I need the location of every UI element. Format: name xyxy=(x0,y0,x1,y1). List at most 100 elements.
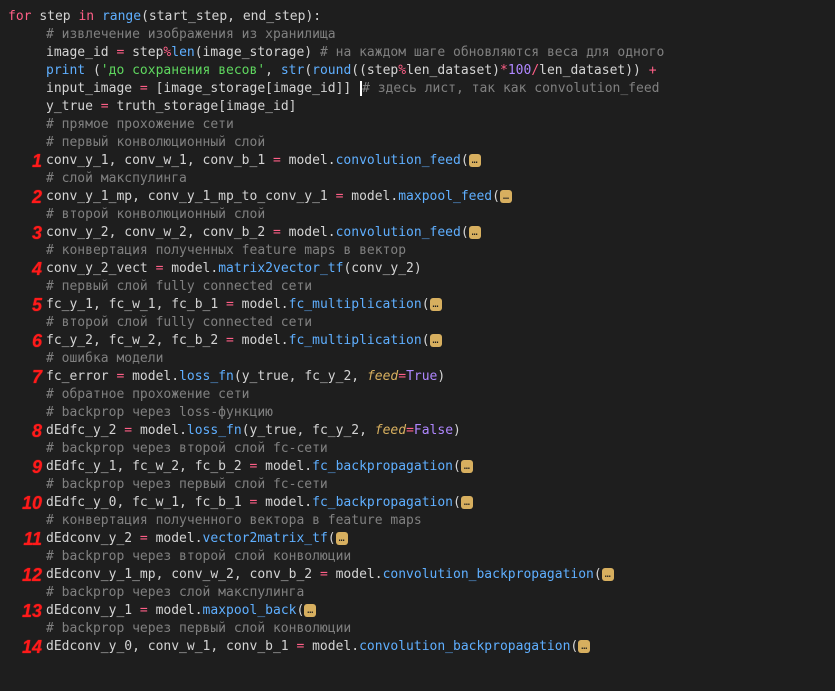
code-line: # backprop через второй слой fc-сети xyxy=(8,440,835,458)
annotation-10: 10 xyxy=(8,494,42,512)
args: (y_true, fc_y_2, xyxy=(242,423,375,438)
comment: # backprop через первый слой fc-сети xyxy=(46,477,328,492)
fold-icon[interactable]: … xyxy=(430,298,442,311)
code-line: 4conv_y_2_vect = model.matrix2vector_tf(… xyxy=(8,260,835,278)
comment: # конвертация полученных feature maps в … xyxy=(46,243,406,258)
annotation-4: 4 xyxy=(8,260,42,278)
paren: ( xyxy=(594,567,602,582)
identifier: dEdfc_y_0, fc_w_1, fc_b_1 xyxy=(46,495,250,510)
code-line: 10dEdfc_y_0, fc_w_1, fc_b_1 = model.fc_b… xyxy=(8,494,835,512)
operator: = xyxy=(156,261,172,276)
object: model. xyxy=(265,459,312,474)
builtin-round: round xyxy=(312,63,351,78)
identifier: input_image xyxy=(46,81,140,96)
method: maxpool_feed xyxy=(398,189,492,204)
code-line: y_true = truth_storage[image_id] xyxy=(8,98,835,116)
fold-icon[interactable]: … xyxy=(304,604,316,617)
args: (y_true, fc_y_2, xyxy=(234,369,367,384)
code-line: # backprop через слой макспулинга xyxy=(8,584,835,602)
method: fc_backpropagation xyxy=(312,495,453,510)
fold-icon[interactable]: … xyxy=(469,154,481,167)
identifier: dEdconv_y_0, conv_w_1, conv_b_1 xyxy=(46,639,296,654)
code-line: 2conv_y_1_mp, conv_y_1_mp_to_conv_y_1 = … xyxy=(8,188,835,206)
operator: * xyxy=(500,63,508,78)
number: 100 xyxy=(508,63,531,78)
fold-icon[interactable]: … xyxy=(336,532,348,545)
operator: = xyxy=(116,369,132,384)
operator: = xyxy=(140,81,156,96)
identifier: conv_y_2_vect xyxy=(46,261,156,276)
code-line: 12dEdconv_y_1_mp, conv_w_2, conv_b_2 = m… xyxy=(8,566,835,584)
fold-icon[interactable]: … xyxy=(461,460,473,473)
annotation-5: 5 xyxy=(8,296,42,314)
args: ((step xyxy=(351,63,398,78)
identifier: conv_y_1, conv_w_1, conv_b_1 xyxy=(46,153,273,168)
method: loss_fn xyxy=(179,369,234,384)
code-line: 1conv_y_1, conv_w_1, conv_b_1 = model.co… xyxy=(8,152,835,170)
fold-icon[interactable]: … xyxy=(469,226,481,239)
code-line: 5fc_y_1, fc_w_1, fc_b_1 = model.fc_multi… xyxy=(8,296,835,314)
object: model. xyxy=(242,333,289,348)
comment: # ошибка модели xyxy=(46,351,163,366)
code-line: # первый конволюционный слой xyxy=(8,134,835,152)
object: model. xyxy=(156,531,203,546)
fold-icon[interactable]: … xyxy=(500,190,512,203)
identifier: fc_y_2, fc_w_2, fc_b_2 xyxy=(46,333,226,348)
paren: ( xyxy=(296,603,304,618)
paren: ( xyxy=(453,459,461,474)
identifier: step xyxy=(39,9,70,24)
paren: ( xyxy=(492,189,500,204)
operator: = xyxy=(140,531,156,546)
object: model. xyxy=(265,495,312,510)
kwarg: feed xyxy=(375,423,406,438)
operator: = xyxy=(226,297,242,312)
operator: = xyxy=(320,567,336,582)
operator: = xyxy=(140,603,156,618)
fold-icon[interactable]: … xyxy=(602,568,614,581)
kwarg: feed xyxy=(367,369,398,384)
operator: / xyxy=(531,63,539,78)
comment: # на каждом шаге обновляются веса для од… xyxy=(320,45,664,60)
fold-icon[interactable]: … xyxy=(578,640,590,653)
object: model. xyxy=(140,423,187,438)
annotation-3: 3 xyxy=(8,224,42,242)
code-line: image_id = step%len(image_storage) # на … xyxy=(8,44,835,62)
comment: # второй конволюционный слой xyxy=(46,207,265,222)
annotation-11: 11 xyxy=(8,530,42,548)
identifier: truth_storage[image_id] xyxy=(116,99,296,114)
code-editor[interactable]: for step in range(start_step, end_step):… xyxy=(8,8,835,656)
paren: ( xyxy=(328,531,336,546)
operator: = xyxy=(101,99,117,114)
fold-icon[interactable]: … xyxy=(430,334,442,347)
object: model. xyxy=(336,567,383,582)
operator: % xyxy=(398,63,406,78)
annotation-9: 9 xyxy=(8,458,42,476)
annotation-8: 8 xyxy=(8,422,42,440)
keyword-for: for xyxy=(8,9,31,24)
code-line: # обратное прохожение сети xyxy=(8,386,835,404)
identifier: dEdconv_y_2 xyxy=(46,531,140,546)
fold-icon[interactable]: … xyxy=(461,496,473,509)
comment: # обратное прохожение сети xyxy=(46,387,250,402)
code-line: 6fc_y_2, fc_w_2, fc_b_2 = model.fc_multi… xyxy=(8,332,835,350)
paren: ( xyxy=(453,495,461,510)
operator: = xyxy=(406,423,414,438)
code-line: # backprop через первый слой fc-сети xyxy=(8,476,835,494)
paren: ) xyxy=(453,423,461,438)
code-line: # второй слой fully connected сети xyxy=(8,314,835,332)
builtin-str: str xyxy=(281,63,304,78)
comment: # прямое прохожение сети xyxy=(46,117,234,132)
identifier: y_true xyxy=(46,99,101,114)
comment: # здесь лист, так как convolution_feed xyxy=(362,81,659,96)
paren: ( xyxy=(461,225,469,240)
annotation-6: 6 xyxy=(8,332,42,350)
identifier: dEdconv_y_1 xyxy=(46,603,140,618)
code-line: input_image = [image_storage[image_id]] … xyxy=(8,80,835,98)
object: model. xyxy=(351,189,398,204)
builtin-range: range xyxy=(102,9,141,24)
comment: # конвертация полученного вектора в feat… xyxy=(46,513,422,528)
method: convolution_backpropagation xyxy=(359,639,570,654)
code-line: 13dEdconv_y_1 = model.maxpool_back(… xyxy=(8,602,835,620)
comma: , xyxy=(265,63,281,78)
boolean: False xyxy=(414,423,453,438)
